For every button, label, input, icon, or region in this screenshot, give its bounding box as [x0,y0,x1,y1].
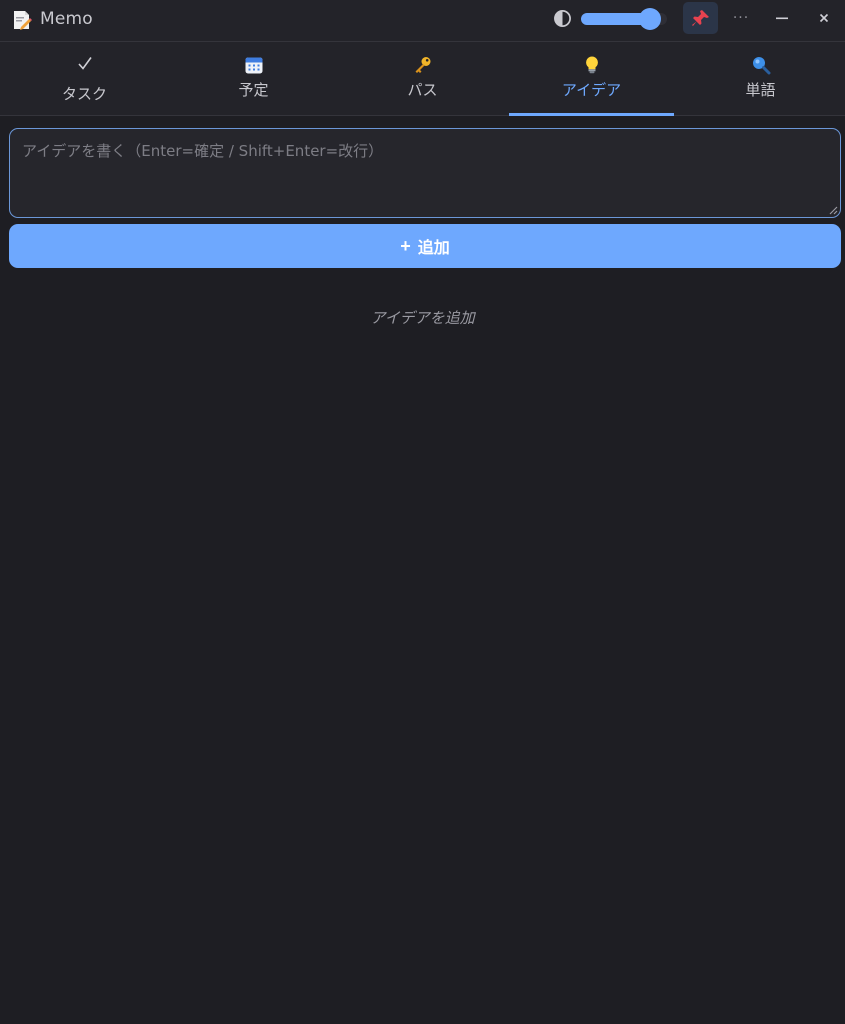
tab-label: 予定 [238,81,269,99]
opacity-slider[interactable] [581,8,669,30]
add-button-label: 追加 [417,240,450,257]
tab-ideas[interactable]: アイデア [507,42,676,116]
checkmark-icon [77,57,92,70]
app-title: Memo [40,9,93,29]
tab-label: アイデア [561,81,622,99]
slider-thumb[interactable] [638,8,661,30]
magnifier-icon [752,57,770,75]
plus-icon: + [400,235,411,256]
memo-window: Memo ··· タスク 予定 パス アイデア 単語 アイデアを書く（Enter… [0,0,845,1024]
tab-words[interactable]: 単語 [676,42,845,116]
opacity-icon [554,10,571,27]
empty-state-message: アイデアを追加 [370,309,475,327]
idea-input[interactable] [9,128,841,218]
minimize-button[interactable] [764,4,800,32]
tab-bar: タスク 予定 パス アイデア 単語 [0,42,845,116]
tab-label: パス [407,81,438,99]
tab-label: 単語 [745,81,776,99]
tab-tasks[interactable]: タスク [0,42,169,116]
minimize-icon [776,17,788,20]
pushpin-icon [691,10,709,26]
tab-schedule[interactable]: 予定 [169,42,338,116]
add-idea-button[interactable]: + 追加 [9,224,841,268]
more-options-button[interactable]: ··· [723,4,759,32]
resize-grip-icon[interactable] [826,203,838,215]
more-icon: ··· [732,10,750,26]
close-icon [819,13,829,23]
tab-passwords[interactable]: パス [338,42,507,116]
pin-button[interactable] [683,2,718,34]
memo-app-icon [14,11,32,30]
lightbulb-icon [585,56,598,74]
title-bar[interactable]: Memo ··· [0,0,845,42]
active-tab-indicator [509,113,674,116]
calendar-icon [245,57,262,74]
key-icon [415,57,430,73]
close-button[interactable] [806,4,842,32]
tab-label: タスク [61,85,107,103]
